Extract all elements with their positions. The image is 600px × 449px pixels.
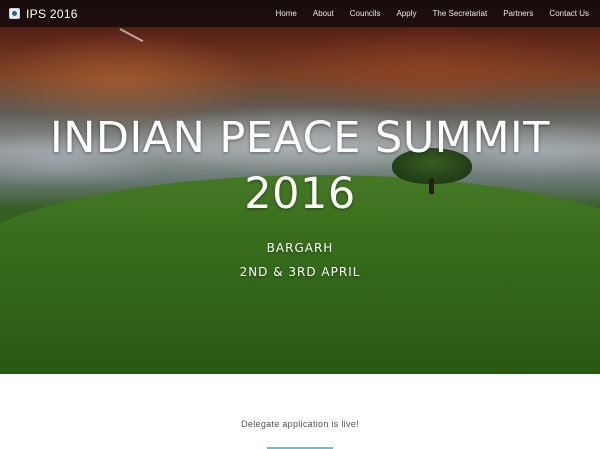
nav-apply[interactable]: Apply bbox=[388, 0, 424, 27]
brand-name: IPS 2016 bbox=[26, 6, 78, 21]
hero-title-line1: INDIAN PEACE SUMMIT bbox=[50, 113, 550, 163]
nav-councils[interactable]: Councils bbox=[342, 0, 389, 27]
hero-subtitle: BARGARH 2ND & 3RD APRIL bbox=[0, 236, 600, 284]
page: INDIAN PEACE SUMMIT 2016 BARGARH 2ND & 3… bbox=[0, 0, 600, 449]
logo-icon bbox=[9, 8, 20, 19]
hero-title-line2: 2016 bbox=[244, 169, 356, 219]
hero-content: INDIAN PEACE SUMMIT 2016 BARGARH 2ND & 3… bbox=[0, 110, 600, 284]
nav-home[interactable]: Home bbox=[268, 0, 305, 27]
hero-title: INDIAN PEACE SUMMIT 2016 bbox=[0, 110, 600, 222]
announcement-section: Delegate application is live! bbox=[0, 374, 600, 449]
nav-about[interactable]: About bbox=[305, 0, 342, 27]
hero-banner: INDIAN PEACE SUMMIT 2016 BARGARH 2ND & 3… bbox=[0, 0, 600, 374]
announcement-text: Delegate application is live! bbox=[241, 419, 359, 429]
nav-links: Home About Councils Apply The Secretaria… bbox=[268, 0, 591, 27]
nav-partners[interactable]: Partners bbox=[495, 0, 541, 27]
nav-secretariat[interactable]: The Secretariat bbox=[424, 0, 495, 27]
brand-link[interactable]: IPS 2016 bbox=[9, 7, 78, 21]
nav-contact[interactable]: Contact Us bbox=[541, 0, 591, 27]
hero-dates: 2ND & 3RD APRIL bbox=[239, 265, 361, 279]
navbar: IPS 2016 Home About Councils Apply The S… bbox=[0, 0, 600, 27]
hero-location: BARGARH bbox=[266, 241, 334, 255]
